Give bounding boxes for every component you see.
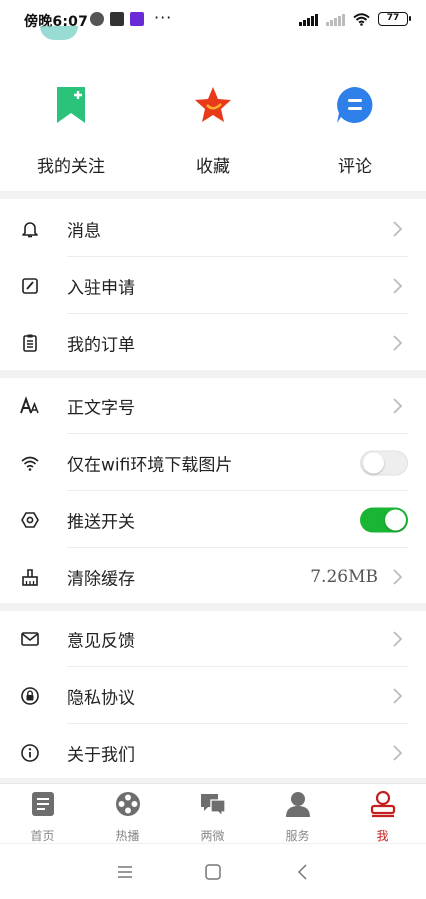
app-notification-icon [130, 12, 144, 26]
wifi-icon [353, 12, 370, 26]
menu-item-push: 推送开关 [0, 491, 426, 548]
lock-icon [21, 686, 39, 705]
wechat-icon [90, 12, 104, 26]
info-icon [21, 743, 39, 762]
home-square-icon[interactable] [203, 862, 223, 882]
menu-item-feedback[interactable]: 意见反馈 [0, 610, 426, 667]
wifi-icon [21, 456, 39, 471]
chevron-right-icon [393, 220, 403, 237]
tab-me[interactable]: 我 [340, 790, 425, 844]
tab-hot-label: 热播 [115, 829, 140, 843]
feedback-label: 意见反馈 [67, 631, 135, 651]
signal-icon [299, 13, 318, 26]
tab-service-label: 服务 [285, 829, 310, 843]
menu-item-font-size[interactable]: 正文字号 [0, 377, 426, 434]
tab-home-label: 首页 [30, 829, 55, 843]
back-icon[interactable] [293, 862, 313, 882]
favorites-button[interactable]: 收藏 [143, 72, 283, 177]
menu-icon[interactable] [115, 862, 135, 882]
about-label: 关于我们 [67, 745, 135, 765]
mail-icon [21, 631, 39, 646]
chat-bubbles-icon [200, 794, 226, 818]
upload-icon [110, 12, 124, 26]
my-follows-button[interactable]: 我的关注 [1, 72, 141, 177]
news-icon [31, 792, 54, 816]
chevron-right-icon [393, 744, 403, 761]
section-divider [0, 191, 426, 199]
battery-indicator: 77 [378, 12, 411, 26]
push-label: 推送开关 [67, 512, 135, 532]
clear-cache-label: 清除缓存 [67, 569, 135, 589]
wifi-images-toggle[interactable] [360, 450, 408, 475]
tab-home[interactable]: 首页 [0, 790, 85, 844]
toggle-knob [363, 452, 384, 473]
menu-item-orders[interactable]: 我的订单 [0, 314, 426, 371]
chevron-right-icon [393, 334, 403, 351]
menu-item-about[interactable]: 关于我们 [0, 724, 426, 781]
menu-item-privacy[interactable]: 隐私协议 [0, 667, 426, 724]
font-size-label: 正文字号 [67, 398, 135, 418]
menu-item-apply[interactable]: 入驻申请 [0, 257, 426, 314]
film-reel-icon [115, 792, 140, 816]
person-service-icon [285, 792, 310, 817]
signal-weak-icon [326, 13, 345, 26]
apply-label: 入驻申请 [67, 278, 135, 298]
comments-label: 评论 [338, 157, 372, 177]
bell-icon [22, 221, 38, 237]
bookmark-plus-icon [57, 87, 85, 123]
star-icon [195, 87, 231, 122]
chevron-right-icon [393, 630, 403, 647]
menu-item-messages[interactable]: 消息 [0, 200, 426, 257]
font-size-icon [20, 395, 39, 413]
my-follows-label: 我的关注 [37, 157, 105, 177]
cache-size-value: 7.26MB [310, 566, 378, 587]
clipboard-icon [23, 334, 37, 352]
wifi-images-label: 仅在wifi环境下载图片 [67, 455, 233, 475]
more-notifications-icon: ··· [154, 8, 173, 27]
comments-button[interactable]: 评论 [285, 72, 425, 177]
quick-actions: 我的关注 收藏 评论 [0, 72, 426, 186]
comment-icon [337, 87, 373, 123]
menu-item-clear-cache[interactable]: 清除缓存 7.26MB [0, 548, 426, 605]
chevron-right-icon [393, 397, 403, 414]
tab-me-label: 我 [376, 829, 389, 843]
tab-service[interactable]: 服务 [255, 790, 340, 844]
hexagon-settings-icon [21, 511, 39, 528]
toggle-knob [385, 509, 406, 530]
favorites-label: 收藏 [196, 157, 230, 177]
bottom-tab-bar: 首页 热播 两微 服务 我 [0, 783, 426, 843]
chevron-right-icon [393, 568, 403, 585]
broom-icon [22, 568, 38, 586]
chevron-right-icon [393, 277, 403, 294]
menu-item-wifi-images: 仅在wifi环境下载图片 [0, 434, 426, 491]
messages-label: 消息 [67, 221, 101, 241]
system-nav-bar [0, 843, 426, 899]
profile-icon [370, 790, 395, 818]
push-toggle[interactable] [360, 507, 408, 532]
tab-social-label: 两微 [200, 829, 225, 843]
tab-hot[interactable]: 热播 [85, 790, 170, 844]
chevron-right-icon [393, 687, 403, 704]
edit-icon [22, 277, 38, 294]
orders-label: 我的订单 [67, 335, 135, 355]
privacy-label: 隐私协议 [67, 688, 135, 708]
tab-social[interactable]: 两微 [170, 790, 255, 844]
